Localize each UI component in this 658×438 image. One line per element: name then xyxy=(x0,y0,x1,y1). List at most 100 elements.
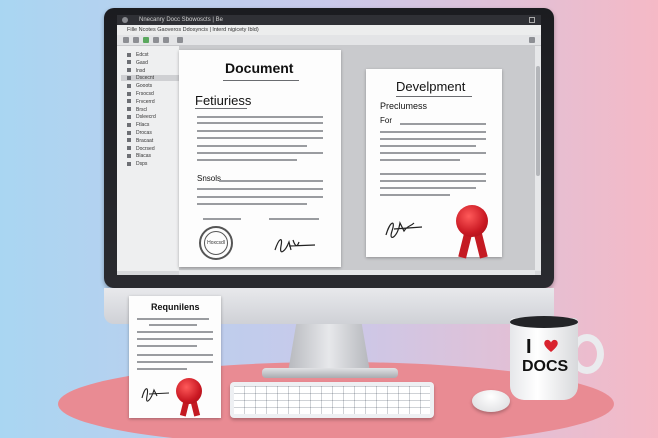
sidebar-item-label: Brscl xyxy=(136,106,148,113)
folder-icon xyxy=(127,52,131,57)
text-line xyxy=(380,173,486,175)
text-line xyxy=(380,138,486,140)
window-title: Nnecanry Docc Sbowoscts | Be xyxy=(139,17,223,23)
folder-icon xyxy=(127,76,131,81)
sidebar-item[interactable]: Ftlacs xyxy=(127,122,149,128)
mug-text-docs: DOCS xyxy=(522,358,569,375)
text-line xyxy=(219,180,323,182)
sidebar-item-label: Dsleecrd xyxy=(136,114,156,121)
signature-icon xyxy=(274,239,316,253)
folder-icon xyxy=(127,138,131,143)
text-line xyxy=(197,188,323,190)
sidebar-item[interactable]: Dscecnt xyxy=(121,75,179,82)
text-line xyxy=(380,187,476,189)
sidebar-item-label: lnsd xyxy=(136,67,146,74)
stamp-icon: Hoxcsdl xyxy=(199,226,233,260)
folder-icon xyxy=(127,60,131,65)
toolbar-settings-icon[interactable] xyxy=(529,37,535,43)
text-line xyxy=(380,159,460,161)
document-paper-desk: Requnilens xyxy=(129,296,221,418)
sidebar-item-label: Docrsed xyxy=(136,145,155,152)
toolbar-print-icon[interactable] xyxy=(177,37,183,43)
horizontal-scrollbar[interactable] xyxy=(179,270,535,275)
vertical-scrollbar[interactable] xyxy=(535,46,541,271)
doc2-title: Develpment xyxy=(396,79,466,94)
folder-icon xyxy=(127,91,131,96)
text-line xyxy=(269,218,319,220)
sidebar-item[interactable]: Gooots xyxy=(127,83,152,89)
toolbar-forward-icon[interactable] xyxy=(133,37,139,43)
folder-icon xyxy=(127,107,131,112)
text-line xyxy=(197,196,323,198)
doc1-section: Snsols xyxy=(197,174,222,183)
heading-underline xyxy=(195,108,247,109)
sidebar-item[interactable]: Docrsed xyxy=(127,146,155,152)
document-page-left: Document Fetiuriess Snsols Hoxcsdl xyxy=(179,50,341,267)
sidebar-item[interactable]: Dsleecrd xyxy=(127,114,156,120)
sidebar-item[interactable]: Bracaat xyxy=(127,138,153,144)
folder-icon xyxy=(127,122,131,127)
sidebar-item-label: Blacas xyxy=(136,153,152,160)
monitor-stand-foot xyxy=(262,368,398,378)
folder-icon xyxy=(127,68,131,73)
doc2-section: For xyxy=(380,116,392,125)
sidebar-item-label: Gooots xyxy=(136,83,153,90)
text-line xyxy=(197,203,307,205)
monitor-stand-neck xyxy=(288,324,370,372)
text-line xyxy=(197,159,297,161)
text-line xyxy=(137,345,197,347)
sidebar-item[interactable]: Dsps xyxy=(127,161,147,167)
sidebar-item-label: Dscecnt xyxy=(136,75,155,82)
text-line xyxy=(137,338,213,340)
text-line xyxy=(380,145,476,147)
sidebar-item[interactable]: Frsocsd xyxy=(127,91,154,97)
doc1-heading: Fetiuriess xyxy=(195,93,252,108)
sidebar-item[interactable]: Drocas xyxy=(127,130,152,136)
app-icon xyxy=(122,17,128,23)
folder-icon xyxy=(127,83,131,88)
wax-seal-icon xyxy=(176,378,202,404)
text-line xyxy=(137,331,213,333)
scene: Nnecanry Docc Sbowoscts | Be Fille Ncote… xyxy=(0,0,658,438)
scrollbar-thumb[interactable] xyxy=(536,66,540,176)
text-line xyxy=(380,131,486,133)
sidebar-item-label: Dsps xyxy=(136,161,148,168)
sidebar-item[interactable]: Edcst xyxy=(127,52,149,58)
title-underline xyxy=(223,80,299,81)
heart-icon xyxy=(544,339,558,352)
mouse xyxy=(472,390,510,412)
folder-icon xyxy=(127,99,131,104)
toolbar-copy-icon[interactable] xyxy=(153,37,159,43)
toolbar-paste-icon[interactable] xyxy=(163,37,169,43)
window-control-icon[interactable] xyxy=(529,17,535,23)
menu-bar: Fille Ncotes Gaoveros Ddosyncis | lnterd… xyxy=(117,25,541,35)
text-line xyxy=(197,137,323,139)
mug-text-i: I xyxy=(526,336,532,358)
stamp-label: Hoxcsdl xyxy=(204,231,228,255)
text-line xyxy=(197,152,323,154)
sidebar-item-label: Frvcerrd xyxy=(136,98,155,105)
window-titlebar: Nnecanry Docc Sbowoscts | Be xyxy=(117,15,541,25)
toolbar-back-icon[interactable] xyxy=(123,37,129,43)
text-line xyxy=(380,152,486,154)
keyboard-keys xyxy=(234,386,430,414)
text-line xyxy=(137,318,209,320)
sidebar-item[interactable]: Brscl xyxy=(127,107,147,113)
text-line xyxy=(137,354,213,356)
sidebar-item[interactable]: Gasd xyxy=(127,60,148,66)
sidebar-item[interactable]: Frvcerrd xyxy=(127,99,155,105)
text-line xyxy=(137,368,187,370)
folder-icon xyxy=(127,161,131,166)
text-line xyxy=(380,180,486,182)
sidebar-item[interactable]: Blacas xyxy=(127,153,151,159)
sidebar-item[interactable]: lnsd xyxy=(127,68,145,74)
folder-icon xyxy=(127,115,131,120)
toolbar-save-icon[interactable] xyxy=(143,37,149,43)
text-line xyxy=(197,145,307,147)
folder-icon xyxy=(127,130,131,135)
folder-icon xyxy=(127,154,131,159)
sidebar-item-label: Bracaat xyxy=(136,137,154,144)
sidebar-item-label: Frsocsd xyxy=(136,91,154,97)
menu-items[interactable]: Fille Ncotes Gaoveros Ddosyncis | lnterd… xyxy=(127,25,259,35)
text-line xyxy=(197,116,323,118)
